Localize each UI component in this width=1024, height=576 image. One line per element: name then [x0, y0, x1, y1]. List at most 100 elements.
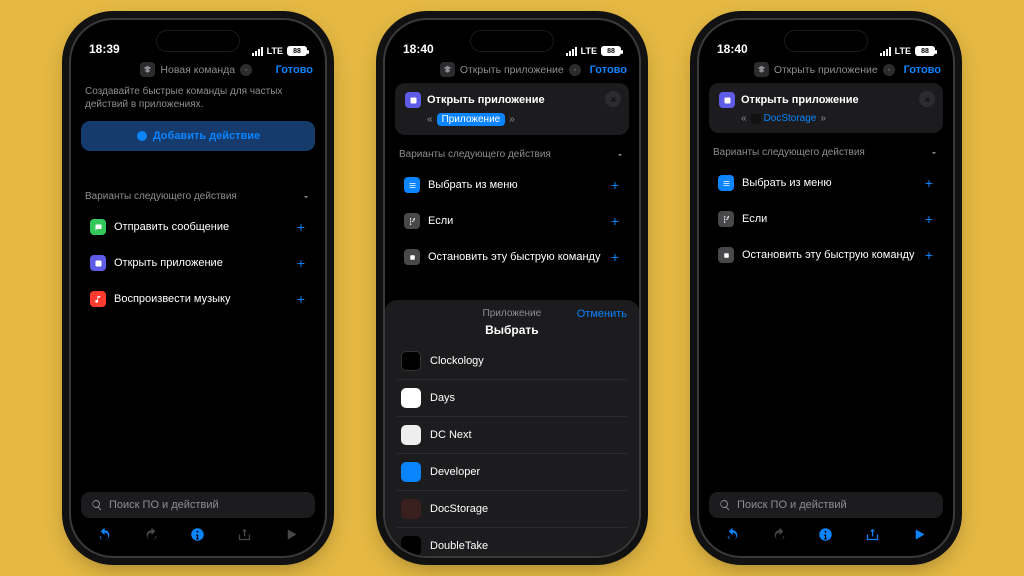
add-action-label: Добавить действие [153, 130, 260, 142]
next-actions-header[interactable]: Варианты следующего действия [395, 143, 629, 162]
sheet-caption: Приложение [483, 308, 542, 319]
suggestions-list: Выбрать из меню Если Остановить эту быст… [709, 168, 943, 270]
remove-action-button[interactable] [605, 91, 621, 107]
battery-icon: 88 [601, 46, 621, 56]
action-search-bar[interactable]: Поиск ПО и действий [81, 492, 315, 518]
shortcut-title[interactable]: Открыть приложение [774, 64, 878, 76]
battery-icon: 88 [287, 46, 307, 56]
undo-button[interactable] [96, 526, 112, 542]
signal-icon [566, 47, 577, 56]
suggestions-list: Выбрать из меню Если Остановить эту быст… [395, 170, 629, 272]
branch-icon [404, 213, 420, 229]
status-time: 18:40 [403, 42, 434, 56]
shortcut-glyph-icon [440, 62, 455, 77]
suggestion-send-message[interactable]: Отправить сообщение [81, 212, 315, 242]
dynamic-island [470, 30, 554, 52]
done-button[interactable]: Готово [590, 64, 627, 76]
status-time: 18:40 [717, 42, 748, 56]
action-parameter-line[interactable]: « Приложение » [427, 113, 619, 126]
title-menu-chevron-icon[interactable] [569, 64, 581, 76]
branch-icon [718, 211, 734, 227]
shortcut-title[interactable]: Новая команда [160, 64, 235, 76]
list-icon [404, 177, 420, 193]
app-icon [401, 388, 421, 408]
chevron-down-icon [615, 150, 625, 160]
app-list: Clockology Days DC Next Developer DocSto… [397, 343, 627, 556]
nav-bar: Новая команда Готово [71, 58, 325, 83]
search-placeholder: Поиск ПО и действий [109, 499, 219, 511]
shortcut-glyph-icon [140, 62, 155, 77]
run-button[interactable] [912, 526, 928, 542]
title-menu-chevron-icon[interactable] [240, 64, 252, 76]
suggestion-choose-menu[interactable]: Выбрать из меню [395, 170, 629, 200]
open-app-icon [90, 255, 106, 271]
signal-icon [252, 47, 263, 56]
chevron-down-icon [301, 192, 311, 202]
list-icon [718, 175, 734, 191]
action-parameter-line[interactable]: « DocStorage » [741, 113, 933, 124]
stop-icon [404, 249, 420, 265]
undo-button[interactable] [724, 526, 740, 542]
nav-bar: Открыть приложение Готово [699, 58, 953, 83]
share-button[interactable] [237, 526, 253, 542]
shortcut-glyph-icon [754, 62, 769, 77]
dynamic-island [784, 30, 868, 52]
music-icon [90, 291, 106, 307]
app-item[interactable]: DoubleTake [397, 527, 627, 556]
search-placeholder: Поиск ПО и действий [737, 499, 847, 511]
title-menu-chevron-icon[interactable] [883, 64, 895, 76]
redo-button [143, 526, 159, 542]
suggestion-stop-shortcut[interactable]: Остановить эту быструю команду [395, 242, 629, 272]
run-button[interactable] [284, 526, 300, 542]
info-button[interactable] [818, 526, 834, 542]
suggestion-play-music[interactable]: Воспроизвести музыку [81, 284, 315, 314]
done-button[interactable]: Готово [904, 64, 941, 76]
suggestion-if[interactable]: Если [395, 206, 629, 236]
next-actions-header[interactable]: Варианты следующего действия [709, 141, 943, 160]
stop-icon [718, 247, 734, 263]
phone-screen-2: 18:40 LTE 88 Открыть приложение Готово О… [383, 18, 641, 558]
app-item[interactable]: Days [397, 379, 627, 416]
suggestions-list: Отправить сообщение Открыть приложение В… [81, 212, 315, 314]
shortcut-title[interactable]: Открыть приложение [460, 64, 564, 76]
chevron-down-icon [929, 148, 939, 158]
app-item[interactable]: Developer [397, 453, 627, 490]
action-open-app-card[interactable]: Открыть приложение « Приложение » [395, 83, 629, 135]
redo-button [771, 526, 787, 542]
app-item[interactable]: DocStorage [397, 490, 627, 527]
app-picker-sheet: Приложение Выбрать Отменить Поиск Clocko… [385, 300, 639, 556]
app-parameter-token[interactable]: DocStorage [751, 113, 817, 124]
remove-action-button[interactable] [919, 91, 935, 107]
suggestion-open-app[interactable]: Открыть приложение [81, 248, 315, 278]
add-action-button[interactable]: Добавить действие [81, 121, 315, 151]
search-icon [91, 499, 103, 511]
app-parameter-pill[interactable]: Приложение [437, 113, 506, 126]
sheet-cancel-button[interactable]: Отменить [577, 308, 627, 320]
suggestion-stop-shortcut[interactable]: Остановить эту быструю команду [709, 240, 943, 270]
search-icon [719, 499, 731, 511]
action-search-bar[interactable]: Поиск ПО и действий [709, 492, 943, 518]
done-button[interactable]: Готово [276, 64, 313, 76]
dynamic-island [156, 30, 240, 52]
share-button[interactable] [865, 526, 881, 542]
open-app-icon [719, 92, 735, 108]
suggestion-choose-menu[interactable]: Выбрать из меню [709, 168, 943, 198]
app-item[interactable]: DC Next [397, 416, 627, 453]
action-open-app-card[interactable]: Открыть приложение « DocStorage » [709, 83, 943, 133]
action-title: Открыть приложение [741, 94, 859, 106]
empty-hint-text: Создавайте быстрые команды для частых де… [81, 83, 315, 113]
battery-icon: 88 [915, 46, 935, 56]
app-item[interactable]: Clockology [397, 343, 627, 379]
app-icon [751, 114, 761, 124]
network-label: LTE [267, 46, 283, 56]
info-button[interactable] [190, 526, 206, 542]
next-actions-header[interactable]: Варианты следующего действия [81, 185, 315, 204]
editor-toolbar [71, 518, 325, 556]
suggestion-if[interactable]: Если [709, 204, 943, 234]
sheet-select-label: Выбрать [447, 323, 577, 337]
editor-toolbar [699, 518, 953, 556]
action-title: Открыть приложение [427, 94, 545, 106]
status-time: 18:39 [89, 42, 120, 56]
app-icon [401, 499, 421, 519]
open-app-icon [405, 92, 421, 108]
